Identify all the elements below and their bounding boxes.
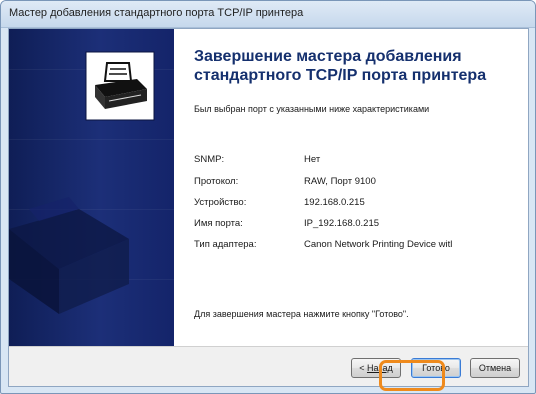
- summary-row-snmp: SNMP: Нет: [194, 154, 524, 168]
- printer-silhouette-icon: [9, 197, 129, 314]
- intro-text: Был выбран порт с указанными ниже характ…: [194, 104, 430, 114]
- window-title: Мастер добавления стандартного порта TCP…: [9, 7, 304, 19]
- summary-label: SNMP:: [194, 154, 225, 165]
- button-bar: < Назад Готово Отмена: [9, 346, 528, 386]
- wizard-content: Завершение мастера добавления стандартно…: [175, 29, 528, 346]
- summary-label: Устройство:: [194, 197, 247, 208]
- finish-button-highlight: [379, 360, 445, 391]
- summary-label: Тип адаптера:: [194, 239, 257, 250]
- summary-value: Нет: [304, 154, 321, 165]
- summary-row-device: Устройство: 192.168.0.215: [194, 197, 524, 211]
- printer-wizard-icon: [85, 51, 155, 121]
- summary-value: 192.168.0.215: [304, 197, 365, 208]
- wizard-client-area: Завершение мастера добавления стандартно…: [8, 28, 529, 387]
- summary-row-adapter-type: Тип адаптера: Canon Network Printing Dev…: [194, 239, 524, 253]
- wizard-side-panel: [9, 29, 174, 346]
- title-bar[interactable]: Мастер добавления стандартного порта TCP…: [1, 1, 535, 28]
- wizard-window: Мастер добавления стандартного порта TCP…: [0, 0, 536, 394]
- summary-value: RAW, Порт 9100: [304, 176, 376, 187]
- summary-label: Имя порта:: [194, 218, 243, 229]
- cancel-button[interactable]: Отмена: [470, 358, 520, 378]
- summary-label: Протокол:: [194, 176, 239, 187]
- finish-instruction: Для завершения мастера нажмите кнопку "Г…: [194, 309, 409, 319]
- page-title: Завершение мастера добавления стандартно…: [194, 48, 487, 84]
- summary-value: IP_192.168.0.215: [304, 218, 380, 229]
- summary-row-protocol: Протокол: RAW, Порт 9100: [194, 176, 524, 190]
- summary-row-port-name: Имя порта: IP_192.168.0.215: [194, 218, 524, 232]
- summary-value: Canon Network Printing Device witl: [304, 239, 453, 250]
